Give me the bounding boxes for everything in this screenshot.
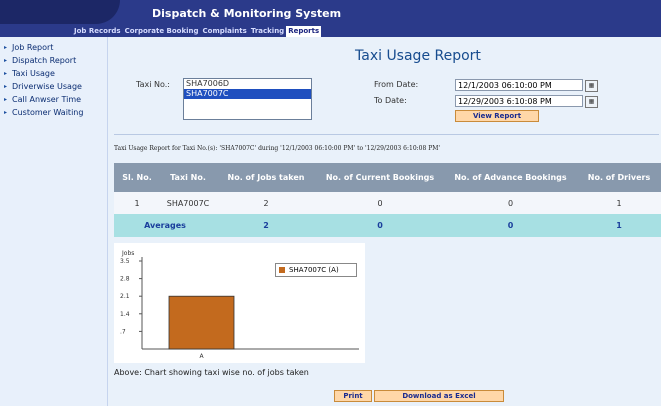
sidebar-item-call-answer-time[interactable]: ▸ Call Anwser Time xyxy=(0,93,107,106)
col-header: No. of Jobs taken xyxy=(216,163,316,192)
arrow-icon: ▸ xyxy=(4,70,8,77)
tab-tracking[interactable]: Tracking xyxy=(249,26,286,37)
col-header: Taxi No. xyxy=(160,163,216,192)
arrow-icon: ▸ xyxy=(4,96,8,103)
usage-table: Sl. No. Taxi No. No. of Jobs taken No. o… xyxy=(114,163,661,237)
arrow-icon: ▸ xyxy=(4,57,8,64)
logo xyxy=(0,0,120,24)
chart-caption: Above: Chart showing taxi wise no. of jo… xyxy=(114,368,309,377)
calendar-icon[interactable]: ▦ xyxy=(585,80,598,92)
page-title: Taxi Usage Report xyxy=(355,48,481,64)
cell: 0 xyxy=(316,192,444,214)
print-button[interactable]: Print xyxy=(334,390,372,402)
sidebar-item-job-report[interactable]: ▸ Job Report xyxy=(0,41,107,54)
to-date-field[interactable]: 12/29/2003 6:10:08 PM xyxy=(455,95,583,107)
sidebar-item-dispatch-report[interactable]: ▸ Dispatch Report xyxy=(0,54,107,67)
tab-complaints[interactable]: Complaints xyxy=(201,26,249,37)
download-excel-button[interactable]: Download as Excel xyxy=(374,390,504,402)
from-date-field[interactable]: 12/1/2003 06:10:00 PM xyxy=(455,79,583,91)
cell: 1 xyxy=(114,192,160,214)
chart-svg: Jobs .7 1.4 2.1 2.8 3.5 A xyxy=(120,250,359,360)
sidebar-item-label: Call Anwser Time xyxy=(12,95,82,104)
y-tick-label: 2.1 xyxy=(120,293,130,300)
arrow-icon: ▸ xyxy=(4,44,8,51)
tab-job-records[interactable]: Job Records xyxy=(72,26,123,37)
sidebar-item-label: Taxi Usage xyxy=(12,69,55,78)
legend-swatch xyxy=(279,267,285,273)
cell: 0 xyxy=(444,192,577,214)
col-header: No. of Current Bookings xyxy=(316,163,444,192)
to-date-label: To Date: xyxy=(374,96,407,105)
cell: 0 xyxy=(444,214,577,237)
view-report-button[interactable]: View Report xyxy=(455,110,539,122)
averages-row: Averages 2 0 0 1 xyxy=(114,214,661,237)
y-axis-label: Jobs xyxy=(121,250,134,257)
arrow-icon: ▸ xyxy=(4,83,8,90)
chart-legend: SHA7007C (A) xyxy=(275,263,357,277)
table-row: 1 SHA7007C 2 0 0 1 xyxy=(114,192,661,214)
x-tick-label: A xyxy=(200,353,205,360)
y-tick-label: 2.8 xyxy=(120,276,130,283)
taxi-listbox[interactable]: SHA7006D SHA7007C xyxy=(183,78,312,120)
from-date-label: From Date: xyxy=(374,80,419,89)
sidebar-item-label: Customer Waiting xyxy=(12,108,84,117)
col-header: No. of Drivers xyxy=(577,163,661,192)
sidebar-item-driverwise-usage[interactable]: ▸ Driverwise Usage xyxy=(0,80,107,93)
sidebar-item-label: Driverwise Usage xyxy=(12,82,82,91)
taxi-option-selected[interactable]: SHA7007C xyxy=(184,89,311,99)
y-tick-label: 1.4 xyxy=(120,311,130,318)
tab-corporate-booking[interactable]: Corporate Booking xyxy=(123,26,201,37)
jobs-chart: Jobs .7 1.4 2.1 2.8 3.5 A xyxy=(114,243,365,363)
sidebar-item-taxi-usage[interactable]: ▸ Taxi Usage xyxy=(0,67,107,80)
tab-bar: Job Records Corporate Booking Complaints… xyxy=(0,26,661,37)
cell: Averages xyxy=(114,214,216,237)
legend-label: SHA7007C (A) xyxy=(289,266,339,274)
arrow-icon: ▸ xyxy=(4,109,8,116)
report-caption: Taxi Usage Report for Taxi No.(s): 'SHA7… xyxy=(114,145,441,152)
divider xyxy=(114,134,659,135)
tab-reports[interactable]: Reports xyxy=(286,26,322,37)
sidebar: ▸ Job Report ▸ Dispatch Report ▸ Taxi Usage… xyxy=(0,37,108,406)
cell: 0 xyxy=(316,214,444,237)
y-tick-label: .7 xyxy=(120,328,126,335)
sidebar-item-label: Dispatch Report xyxy=(12,56,77,65)
col-header: No. of Advance Bookings xyxy=(444,163,577,192)
col-header: Sl. No. xyxy=(114,163,160,192)
cell: 2 xyxy=(216,214,316,237)
sidebar-item-label: Job Report xyxy=(12,43,54,52)
bar xyxy=(168,295,235,350)
cell: 2 xyxy=(216,192,316,214)
cell: SHA7007C xyxy=(160,192,216,214)
header: Dispatch & Monitoring System Job Records… xyxy=(0,0,661,37)
taxi-option[interactable]: SHA7006D xyxy=(184,79,311,89)
sidebar-item-customer-waiting[interactable]: ▸ Customer Waiting xyxy=(0,106,107,119)
taxi-label: Taxi No.: xyxy=(136,80,170,89)
app-title: Dispatch & Monitoring System xyxy=(152,7,342,20)
y-tick-label: 3.5 xyxy=(120,258,130,265)
cell: 1 xyxy=(577,214,661,237)
calendar-icon[interactable]: ▦ xyxy=(585,96,598,108)
cell: 1 xyxy=(577,192,661,214)
